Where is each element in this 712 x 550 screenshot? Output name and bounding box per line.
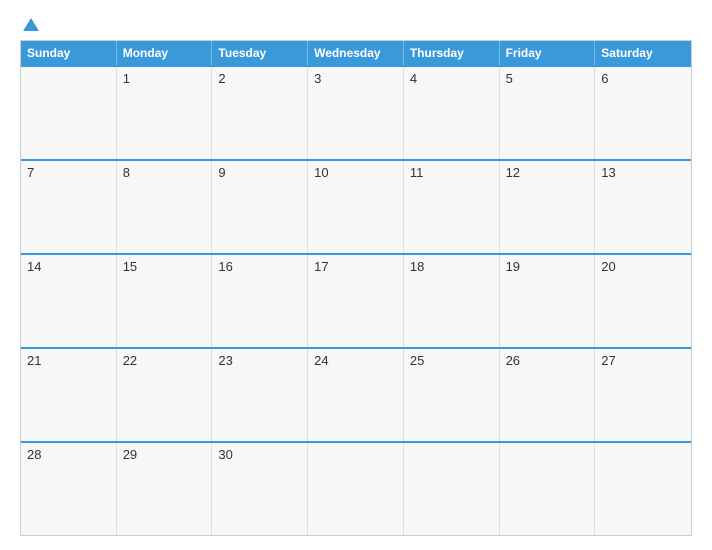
day-number: 26 [506,353,520,368]
day-number: 6 [601,71,608,86]
cal-cell: 8 [117,161,213,253]
cal-cell: 30 [212,443,308,535]
cal-cell [595,443,691,535]
cal-cell: 11 [404,161,500,253]
calendar-header-row: SundayMondayTuesdayWednesdayThursdayFrid… [21,41,691,65]
cal-cell: 12 [500,161,596,253]
day-number: 27 [601,353,615,368]
cal-cell: 22 [117,349,213,441]
cal-cell: 26 [500,349,596,441]
cal-cell: 20 [595,255,691,347]
cal-cell: 13 [595,161,691,253]
week-row-5: 28 29 30 [21,441,691,535]
day-number: 13 [601,165,615,180]
cal-cell: 7 [21,161,117,253]
cal-cell: 18 [404,255,500,347]
cal-cell: 5 [500,67,596,159]
day-number: 15 [123,259,137,274]
day-number: 9 [218,165,225,180]
day-number: 14 [27,259,41,274]
week-row-4: 21 22 23 24 25 26 27 [21,347,691,441]
logo [20,18,39,32]
header-saturday: Saturday [595,41,691,65]
cal-cell: 17 [308,255,404,347]
cal-cell: 24 [308,349,404,441]
day-number: 1 [123,71,130,86]
day-number: 19 [506,259,520,274]
cal-cell: 2 [212,67,308,159]
day-number: 23 [218,353,232,368]
cal-cell: 27 [595,349,691,441]
day-number: 20 [601,259,615,274]
cal-cell: 29 [117,443,213,535]
day-number: 16 [218,259,232,274]
day-number: 22 [123,353,137,368]
cal-cell: 9 [212,161,308,253]
cal-cell [21,67,117,159]
cal-cell: 15 [117,255,213,347]
day-number: 2 [218,71,225,86]
day-number: 5 [506,71,513,86]
day-number: 24 [314,353,328,368]
calendar-grid: SundayMondayTuesdayWednesdayThursdayFrid… [20,40,692,536]
logo-general [20,18,39,32]
calendar-body: 1234567891011121314151617181920212223242… [21,65,691,535]
cal-cell: 4 [404,67,500,159]
cal-cell: 14 [21,255,117,347]
day-number: 30 [218,447,232,462]
header-monday: Monday [117,41,213,65]
cal-cell: 10 [308,161,404,253]
cal-cell: 16 [212,255,308,347]
calendar-page: SundayMondayTuesdayWednesdayThursdayFrid… [0,0,712,550]
cal-cell: 3 [308,67,404,159]
week-row-2: 7 8 9 10 11 12 13 [21,159,691,253]
day-number: 7 [27,165,34,180]
region-label [602,18,692,22]
header-thursday: Thursday [404,41,500,65]
header-wednesday: Wednesday [308,41,404,65]
day-number: 4 [410,71,417,86]
day-number: 18 [410,259,424,274]
day-number: 3 [314,71,321,86]
cal-cell: 25 [404,349,500,441]
header-sunday: Sunday [21,41,117,65]
day-number: 29 [123,447,137,462]
day-number: 12 [506,165,520,180]
page-header [20,18,692,32]
day-number: 21 [27,353,41,368]
day-number: 17 [314,259,328,274]
week-row-3: 14 15 16 17 18 19 20 [21,253,691,347]
header-friday: Friday [500,41,596,65]
cal-cell: 21 [21,349,117,441]
day-number: 8 [123,165,130,180]
day-number: 28 [27,447,41,462]
week-row-1: 1 2 3 4 5 6 [21,65,691,159]
cal-cell: 28 [21,443,117,535]
cal-cell: 23 [212,349,308,441]
cal-cell [500,443,596,535]
cal-cell [404,443,500,535]
day-number: 10 [314,165,328,180]
cal-cell: 19 [500,255,596,347]
cal-cell [308,443,404,535]
cal-cell: 1 [117,67,213,159]
cal-cell: 6 [595,67,691,159]
day-number: 25 [410,353,424,368]
header-tuesday: Tuesday [212,41,308,65]
logo-triangle-icon [23,18,39,31]
day-number: 11 [410,165,424,180]
